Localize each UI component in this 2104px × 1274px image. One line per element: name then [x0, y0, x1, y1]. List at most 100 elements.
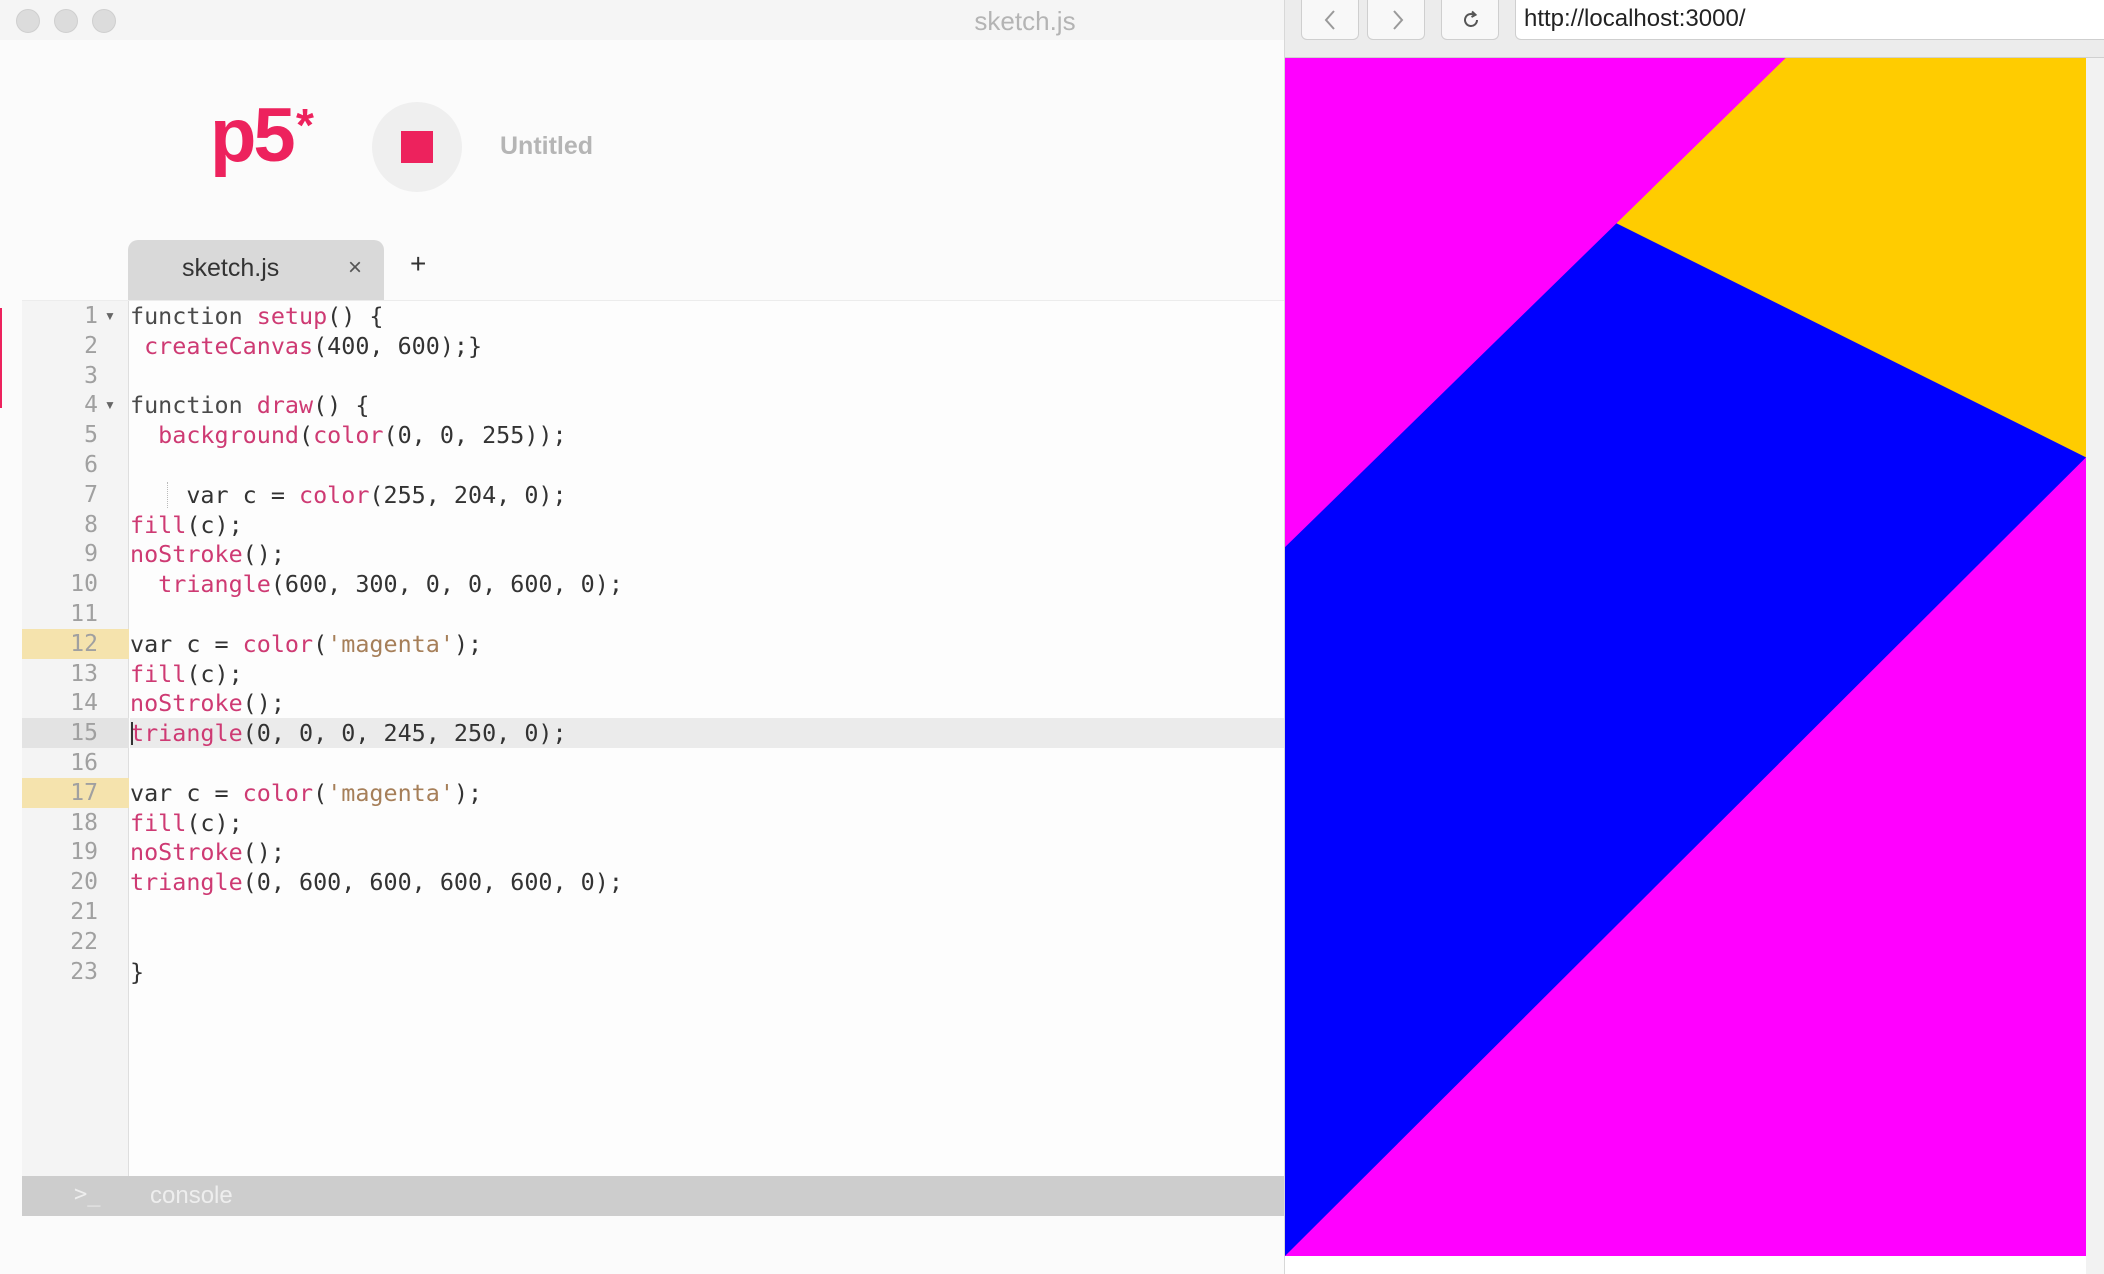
code-token: (600, 300, 0, 0, 600, 0);	[270, 570, 623, 599]
code-line[interactable]: fill(c);	[130, 659, 1284, 689]
code-line[interactable]: background(color(0, 0, 255));	[130, 420, 1284, 450]
sketch-canvas[interactable]	[1285, 58, 2086, 1256]
line-number-text: 5	[84, 422, 98, 449]
code-token: triangle	[130, 719, 243, 748]
code-token: fill	[130, 510, 187, 539]
project-name[interactable]: Untitled	[500, 132, 593, 161]
code-line[interactable]	[130, 927, 1284, 957]
stop-icon	[401, 131, 433, 163]
editor-window: sketch.js p5 * Untitled sketch.js × + 1 ▼…	[0, 0, 1285, 1274]
code-token: (255, 204, 0);	[369, 480, 567, 509]
window-title: sketch.js	[974, 6, 1076, 36]
line-number: 11	[22, 599, 129, 629]
add-tab-button[interactable]: +	[410, 248, 426, 280]
code-line[interactable]	[130, 450, 1284, 480]
line-number-text: 21	[70, 899, 98, 925]
code-line[interactable]	[130, 748, 1284, 778]
line-number-text: 15	[70, 720, 98, 747]
line-number: 6	[22, 450, 129, 480]
code-token: () {	[313, 391, 370, 420]
line-number-text: 9	[84, 541, 98, 568]
code-token: () {	[327, 302, 384, 330]
code-token: color	[313, 421, 384, 450]
line-number: 7	[22, 480, 129, 510]
code-token: );	[453, 778, 483, 807]
code-line[interactable]: function draw() {	[130, 390, 1284, 420]
fold-toggle-icon[interactable]: ▼	[104, 390, 116, 420]
code-line[interactable]	[130, 897, 1284, 927]
close-tab-icon[interactable]: ×	[348, 254, 362, 282]
code-token: (	[313, 778, 328, 807]
code-token: draw	[256, 391, 314, 420]
code-token: triangle	[158, 570, 271, 599]
line-number-text: 6	[84, 452, 98, 478]
line-number: 18	[22, 808, 129, 838]
code-line[interactable]: triangle(0, 0, 0, 245, 250, 0);	[130, 718, 1284, 749]
stop-button[interactable]	[372, 102, 462, 192]
p5-logo: p5	[210, 93, 296, 178]
code-line[interactable]: createCanvas(400, 600);}	[130, 331, 1284, 361]
line-number-text: 13	[70, 660, 98, 687]
fold-toggle-icon[interactable]: ▼	[104, 301, 116, 331]
code-token: var c =	[130, 480, 299, 509]
code-line[interactable]	[130, 361, 1284, 391]
line-number-text: 4	[84, 392, 98, 419]
code-line[interactable]	[130, 599, 1284, 629]
code-token: var c =	[130, 778, 243, 807]
code-token: }	[130, 957, 145, 986]
indent-guide	[167, 481, 168, 508]
browser-toolbar: http://localhost:3000/	[1285, 0, 2104, 58]
line-number-text: 20	[70, 869, 98, 896]
line-number: 22	[22, 927, 129, 957]
code-line[interactable]: noStroke();	[130, 688, 1284, 718]
line-number: 5	[22, 420, 129, 450]
code-editor[interactable]: 1 ▼ 2 3 4 ▼ 5 6 7 8 9 10 11 12 13 14 15 16 17 18 19 20 21 22 23 …	[22, 300, 1284, 1177]
console-bar[interactable]: >_ console	[22, 1176, 1284, 1216]
line-number-text: 11	[70, 601, 98, 627]
line-number: 16	[22, 748, 129, 778]
code-token: (c);	[186, 659, 243, 688]
line-number: 1 ▼	[22, 301, 129, 331]
code-line[interactable]: fill(c);	[130, 510, 1284, 540]
reload-button[interactable]	[1441, 0, 1499, 40]
code-token: noStroke	[130, 689, 243, 718]
line-number-text: 3	[84, 362, 98, 389]
line-number: 20	[22, 867, 129, 897]
line-number-text: 12	[70, 630, 98, 657]
code-line[interactable]: function setup() {	[130, 301, 1284, 331]
code-line[interactable]: }	[130, 957, 1284, 987]
forward-button[interactable]	[1367, 0, 1425, 40]
code-token: createCanvas	[144, 331, 314, 360]
code-token: background	[158, 421, 299, 450]
url-field[interactable]: http://localhost:3000/	[1515, 0, 2104, 40]
browser-window: http://localhost:3000/	[1285, 0, 2104, 1274]
tab-sketch-js[interactable]: sketch.js ×	[128, 240, 384, 300]
back-button[interactable]	[1301, 0, 1359, 40]
code-line[interactable]: var c = color('magenta');	[130, 778, 1284, 808]
code-token: var c =	[130, 629, 243, 658]
code-line[interactable]: var c = color('magenta');	[130, 629, 1284, 659]
code-token: color	[242, 778, 314, 807]
line-number-text: 19	[70, 839, 98, 866]
line-number-text: 7	[84, 481, 98, 508]
code-line[interactable]: var c = color(255, 204, 0);	[130, 480, 1284, 510]
line-number: 2	[22, 331, 129, 361]
code-line[interactable]: noStroke();	[130, 539, 1284, 569]
code-line[interactable]: triangle(600, 300, 0, 0, 600, 0);	[130, 569, 1284, 599]
code-token: (0, 600, 600, 600, 600, 0);	[242, 868, 623, 897]
line-number: 13	[22, 659, 129, 689]
line-number-text: 22	[70, 928, 98, 955]
code-token: (c);	[186, 808, 243, 837]
line-number-text: 10	[70, 571, 98, 598]
code-token: fill	[130, 808, 187, 837]
code-line[interactable]: noStroke();	[130, 837, 1284, 867]
code-token: triangle	[130, 868, 243, 897]
code-token: (0, 0, 255));	[383, 421, 567, 450]
code-token: function	[130, 391, 257, 420]
code-line[interactable]: triangle(0, 600, 600, 600, 600, 0);	[130, 867, 1284, 897]
code-line[interactable]: fill(c);	[130, 808, 1284, 838]
console-prompt-icon: >_	[74, 1182, 101, 1207]
